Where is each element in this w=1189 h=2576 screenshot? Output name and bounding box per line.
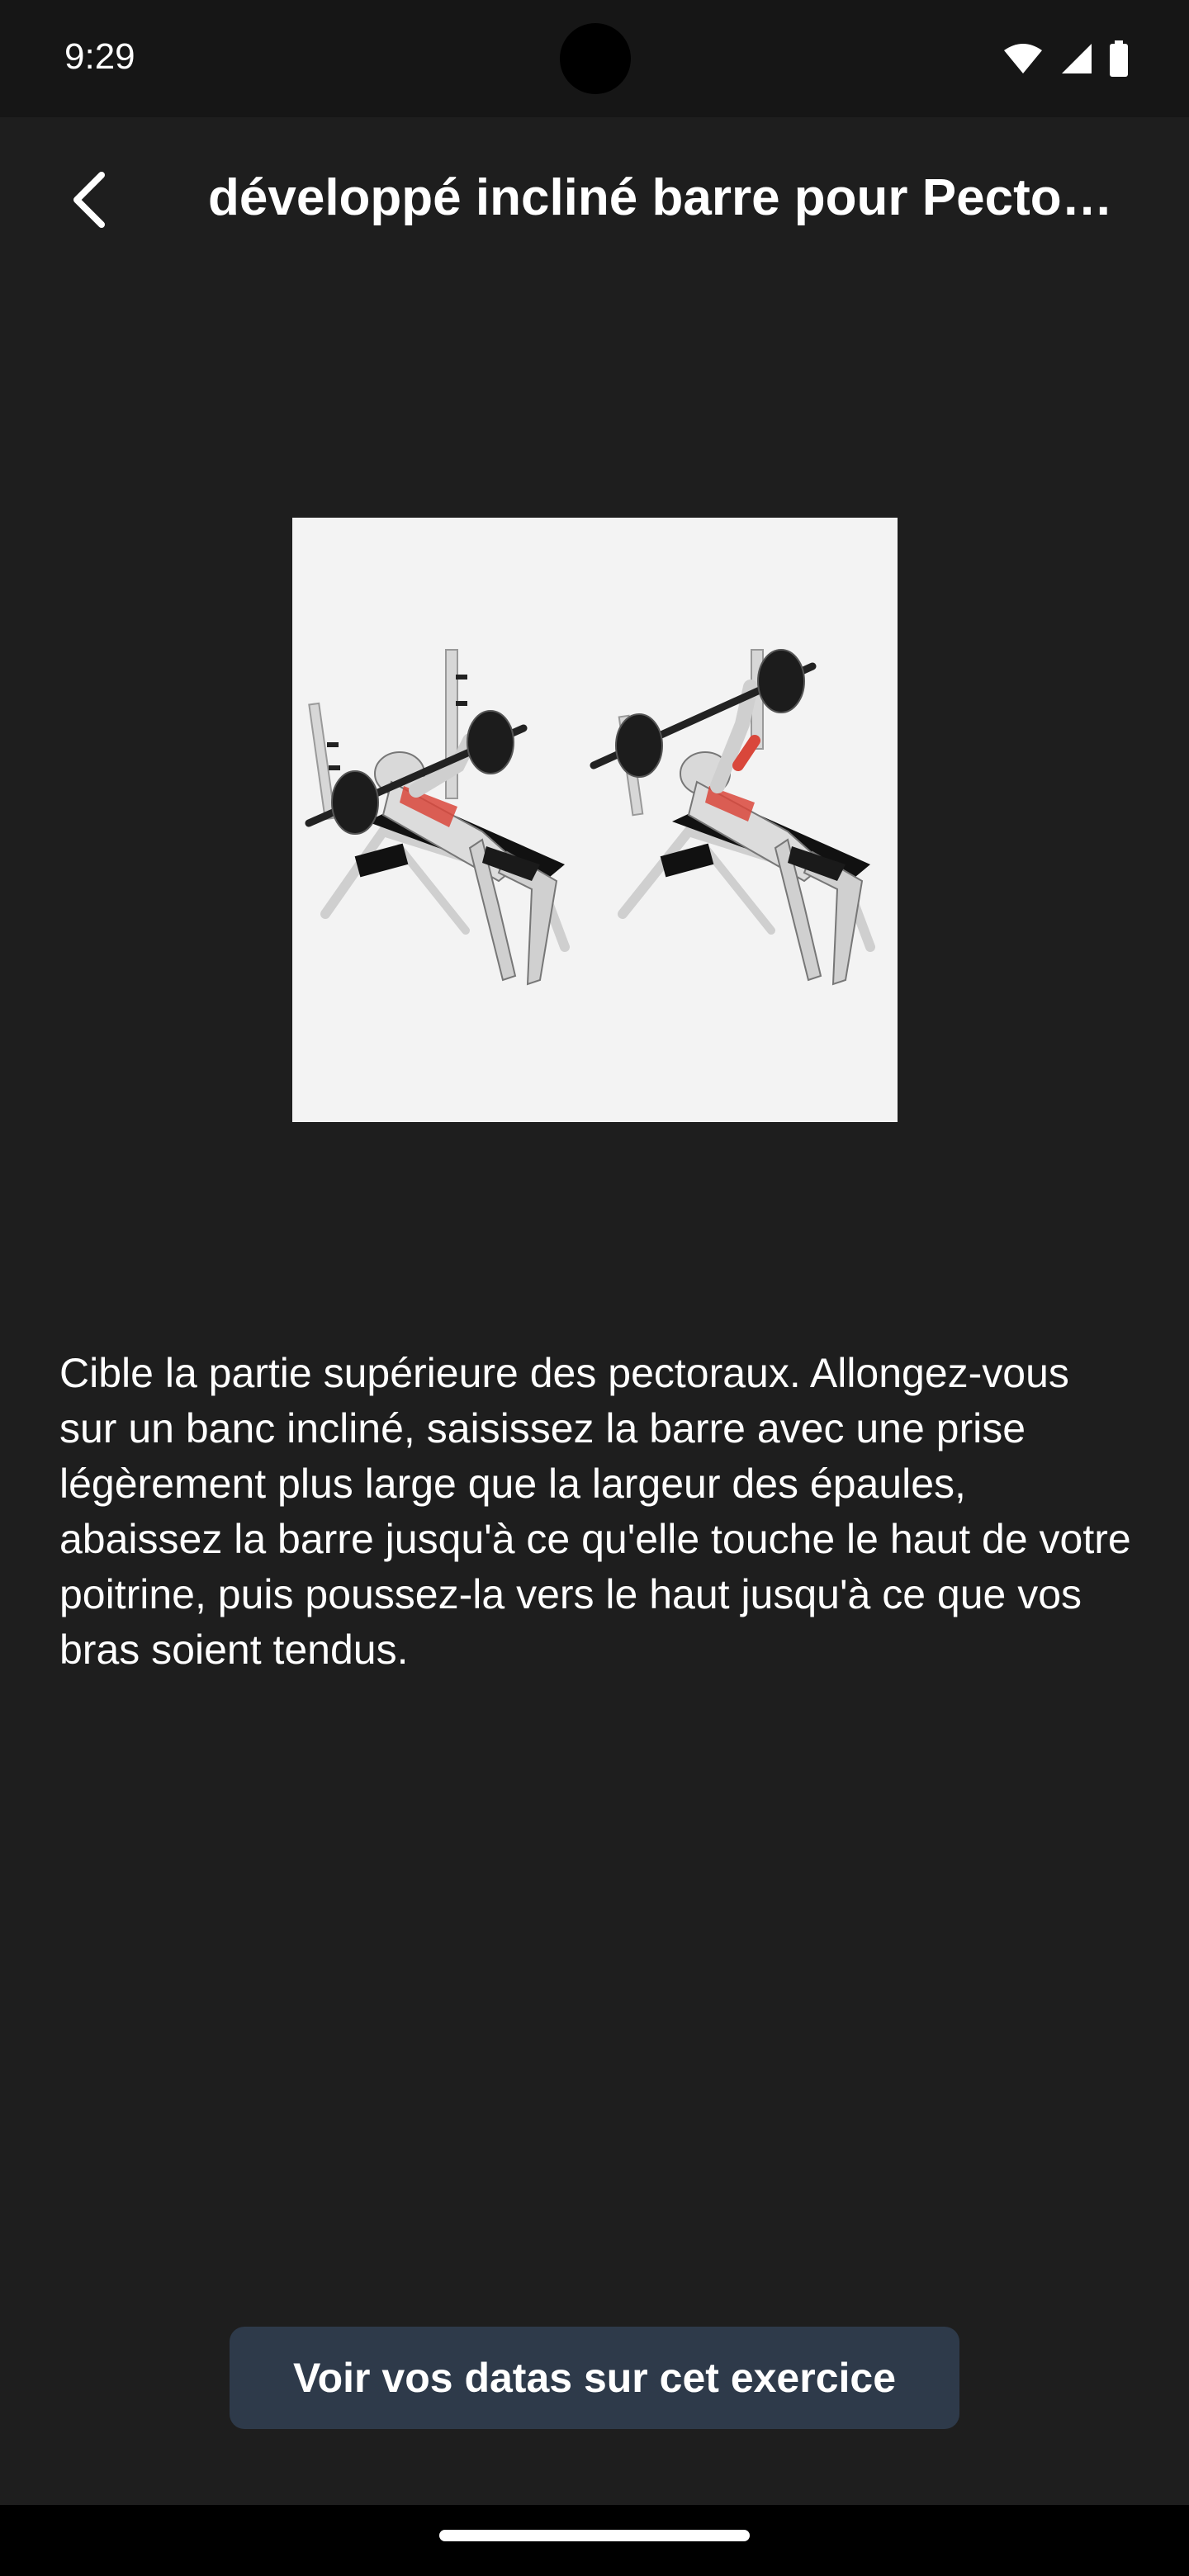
- left-figure: [305, 649, 570, 986]
- app-bar: développé incliné barre pour Pectoraux: [0, 117, 1189, 282]
- battery-icon: [1110, 40, 1128, 77]
- wifi-icon: [1004, 44, 1042, 73]
- exercise-description: Cible la partie supérieure des pectoraux…: [59, 1350, 1131, 1673]
- status-bar: 9:29: [0, 0, 1189, 117]
- back-arrow-icon: [73, 172, 105, 228]
- status-time: 9:29: [64, 36, 135, 77]
- view-exercise-data-button[interactable]: Voir vos datas sur cet exercice: [230, 2327, 959, 2429]
- incline-barbell-bench-press-illustration: [305, 649, 875, 986]
- home-handle[interactable]: [439, 2530, 750, 2541]
- page-title: développé incliné barre pour Pectoraux: [208, 169, 1126, 226]
- right-figure: [590, 649, 875, 986]
- status-icons: [1002, 38, 1130, 79]
- camera-cutout: [560, 23, 631, 94]
- exercise-illustration: [292, 518, 898, 1122]
- back-button[interactable]: [48, 159, 130, 241]
- signal-icon: [1062, 44, 1092, 73]
- navigation-bar: [0, 2505, 1189, 2576]
